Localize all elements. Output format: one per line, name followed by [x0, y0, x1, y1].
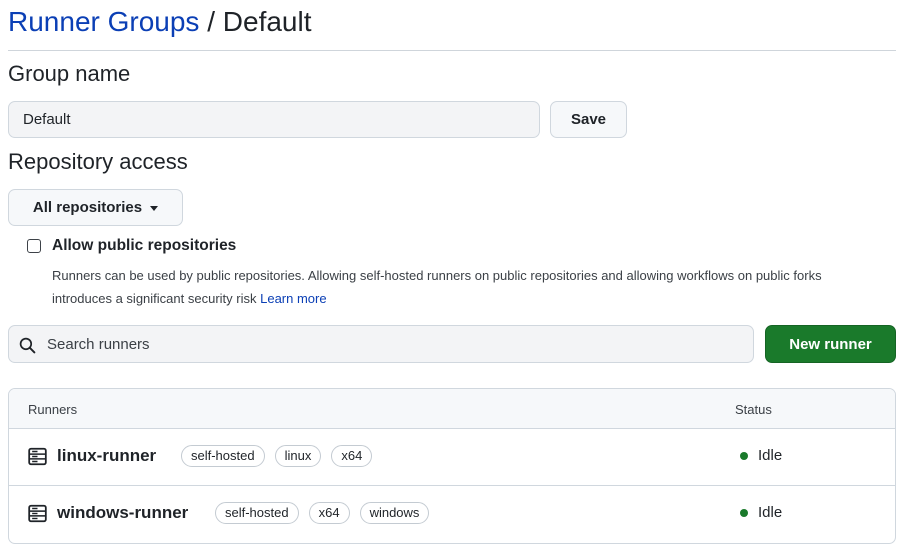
- help-text: Runners can be used by public repositori…: [52, 268, 822, 306]
- runner-labels: self-hosted linux x64: [181, 445, 373, 467]
- table-row: linux-runner self-hosted linux x64 Idle: [9, 429, 895, 486]
- status-text: Idle: [758, 504, 783, 521]
- column-header-status: Status: [735, 402, 772, 417]
- learn-more-link[interactable]: Learn more: [260, 291, 326, 306]
- status-dot-icon: [740, 451, 748, 460]
- runner-name-link[interactable]: windows-runner: [57, 501, 188, 525]
- page-title: Runner Groups / Default: [8, 4, 312, 40]
- search-icon: [19, 337, 36, 354]
- table-row: windows-runner self-hosted x64 windows I…: [9, 486, 895, 543]
- breadcrumb-separator: /: [207, 6, 215, 37]
- runner-label: x64: [331, 445, 373, 467]
- allow-public-repositories-checkbox[interactable]: [27, 239, 41, 253]
- runner-label: self-hosted: [215, 502, 299, 524]
- public-repositories-help: Runners can be used by public repositori…: [52, 264, 852, 310]
- server-icon: [28, 504, 47, 523]
- repository-access-heading: Repository access: [8, 149, 188, 174]
- caret-down-icon: [150, 206, 159, 211]
- repository-access-selected: All repositories: [32, 199, 143, 216]
- search-runners-input[interactable]: [47, 326, 747, 362]
- group-name-input[interactable]: Default: [8, 101, 540, 138]
- status-text: Idle: [758, 447, 783, 464]
- runner-label: linux: [274, 445, 322, 467]
- runner-labels: self-hosted x64 windows: [215, 502, 430, 524]
- breadcrumb-current: Default: [222, 6, 312, 37]
- runner-status: Idle: [740, 504, 782, 521]
- new-runner-button[interactable]: New runner: [765, 325, 896, 363]
- group-name-heading: Group name: [8, 61, 131, 86]
- title-divider: [8, 50, 896, 51]
- status-dot-icon: [740, 508, 748, 517]
- runner-label: self-hosted: [181, 445, 265, 467]
- runner-status: Idle: [740, 447, 782, 464]
- runners-table: Runners Status linux-runner self-hosted …: [8, 388, 896, 544]
- allow-public-repositories-label[interactable]: Allow public repositories: [52, 236, 236, 256]
- runner-label: x64: [308, 502, 350, 524]
- runner-name-link[interactable]: linux-runner: [57, 444, 156, 468]
- server-icon: [28, 447, 47, 466]
- runner-label: windows: [359, 502, 430, 524]
- search-box[interactable]: [8, 325, 754, 363]
- breadcrumb-runner-groups-link[interactable]: Runner Groups: [8, 6, 199, 37]
- save-button[interactable]: Save: [550, 101, 627, 138]
- repository-access-dropdown[interactable]: All repositories: [8, 189, 183, 226]
- column-header-runners: Runners: [28, 402, 78, 417]
- table-header: Runners Status: [9, 389, 895, 429]
